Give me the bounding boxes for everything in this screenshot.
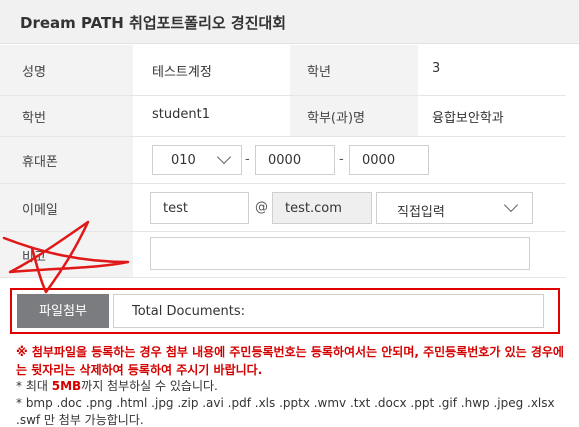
- max-size-note: * 최대 5MB까지 첨부하실 수 있습니다.: [16, 378, 576, 395]
- name-value: 테스트계정: [152, 65, 212, 80]
- extensions-note: * bmp .doc .png .html .jpg .zip .avi .pd…: [16, 396, 555, 427]
- phone-label-cell: 휴대폰: [0, 137, 133, 183]
- email-domain-select[interactable]: 직접입력: [376, 192, 533, 224]
- phone-mid-value: 0000: [268, 153, 302, 168]
- max-size-prefix: * 최대: [16, 379, 52, 393]
- phone-dash: -: [245, 152, 250, 167]
- phone-label: 휴대폰: [22, 155, 58, 170]
- page-title: Dream PATH 취업포트폴리오 경진대회: [20, 14, 287, 32]
- grade-label-cell: 학년: [290, 45, 418, 95]
- row-divider: [0, 277, 566, 278]
- student-id-value: student1: [152, 107, 210, 122]
- documents-label: Total Documents:: [132, 304, 245, 319]
- chevron-down-icon: [503, 197, 519, 213]
- name-label: 성명: [22, 65, 46, 80]
- documents-box[interactable]: Total Documents:: [113, 294, 544, 328]
- email-domain-input[interactable]: test.com: [272, 192, 372, 224]
- name-label-cell: 성명: [0, 45, 133, 95]
- dept-label-cell: 학부(과)명: [290, 96, 418, 136]
- email-label-cell: 이메일: [0, 184, 133, 231]
- email-domain-value: test.com: [285, 201, 342, 216]
- memo-label: 비고: [22, 250, 46, 265]
- warning-text: ※ 첨부파일을 등록하는 경우 첨부 내용에 주민등록번호는 등록하여서는 안되…: [16, 345, 564, 377]
- max-size-value: 5MB: [51, 379, 82, 393]
- email-id-value: test: [163, 201, 188, 216]
- phone-last-input[interactable]: 0000: [349, 145, 429, 175]
- phone-mid-input[interactable]: 0000: [255, 145, 335, 175]
- grade-value: 3: [432, 61, 441, 76]
- dept-value: 융합보안학과: [432, 111, 504, 126]
- phone-dash: -: [339, 152, 344, 167]
- memo-label-cell: 비고: [0, 232, 133, 277]
- dept-label: 학부(과)명: [307, 111, 365, 126]
- file-attach-button[interactable]: 파일첨부: [17, 294, 109, 328]
- email-select-value: 직접입력: [397, 205, 445, 220]
- student-id-label-cell: 학번: [0, 96, 133, 136]
- grade-label: 학년: [307, 65, 331, 80]
- memo-input[interactable]: [150, 237, 530, 270]
- phone-prefix-value: 010: [171, 153, 196, 168]
- form-header: Dream PATH 취업포트폴리오 경진대회: [0, 0, 579, 44]
- student-id-label: 학번: [22, 111, 46, 126]
- email-at-sign: @: [255, 200, 268, 215]
- email-label: 이메일: [22, 203, 58, 218]
- phone-prefix-select[interactable]: 010: [152, 145, 242, 175]
- email-id-input[interactable]: test: [150, 192, 249, 224]
- phone-last-value: 0000: [362, 153, 396, 168]
- chevron-down-icon: [216, 149, 232, 165]
- max-size-suffix: 까지 첨부하실 수 있습니다.: [81, 379, 218, 393]
